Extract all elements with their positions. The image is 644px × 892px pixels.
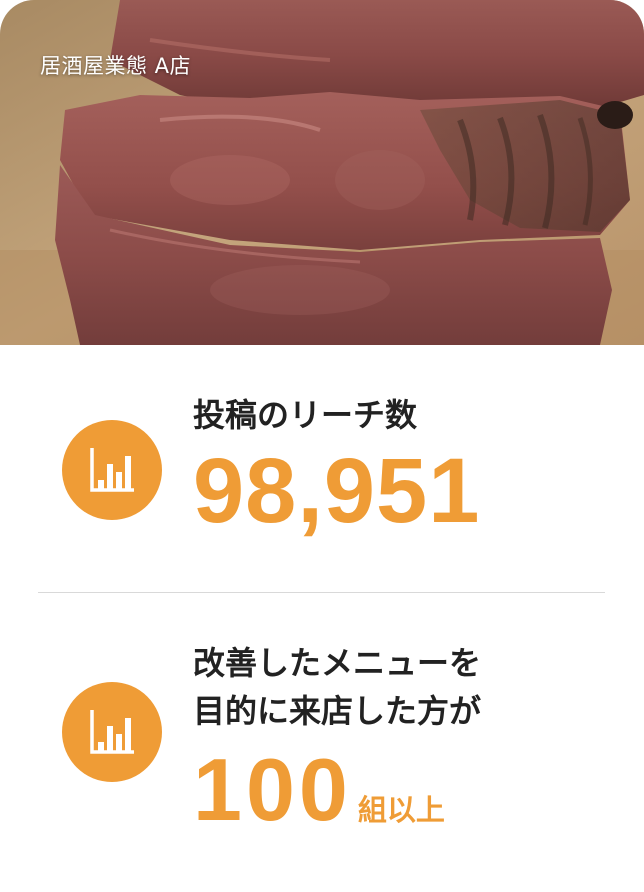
visitors-value-row: 100 組以上 <box>193 740 445 840</box>
stats-divider <box>38 592 605 593</box>
visitors-label-line-1: 改善したメニューを <box>193 644 482 682</box>
result-card: 居酒屋業態 A店 投稿のリーチ数 98,951 改善したメニューを 目的に来店し… <box>0 0 644 892</box>
bar-chart-icon <box>62 420 162 520</box>
reach-value: 98,951 <box>193 440 481 542</box>
reach-label: 投稿のリーチ数 <box>193 396 418 434</box>
visitors-unit: 組以上 <box>357 793 445 827</box>
hero-photo: 居酒屋業態 A店 <box>0 0 644 345</box>
visitors-label-line-2: 目的に来店した方が <box>193 692 482 730</box>
visitors-value: 100 <box>193 740 352 839</box>
store-name-label: 居酒屋業態 A店 <box>40 54 192 78</box>
bar-chart-icon <box>62 682 162 782</box>
